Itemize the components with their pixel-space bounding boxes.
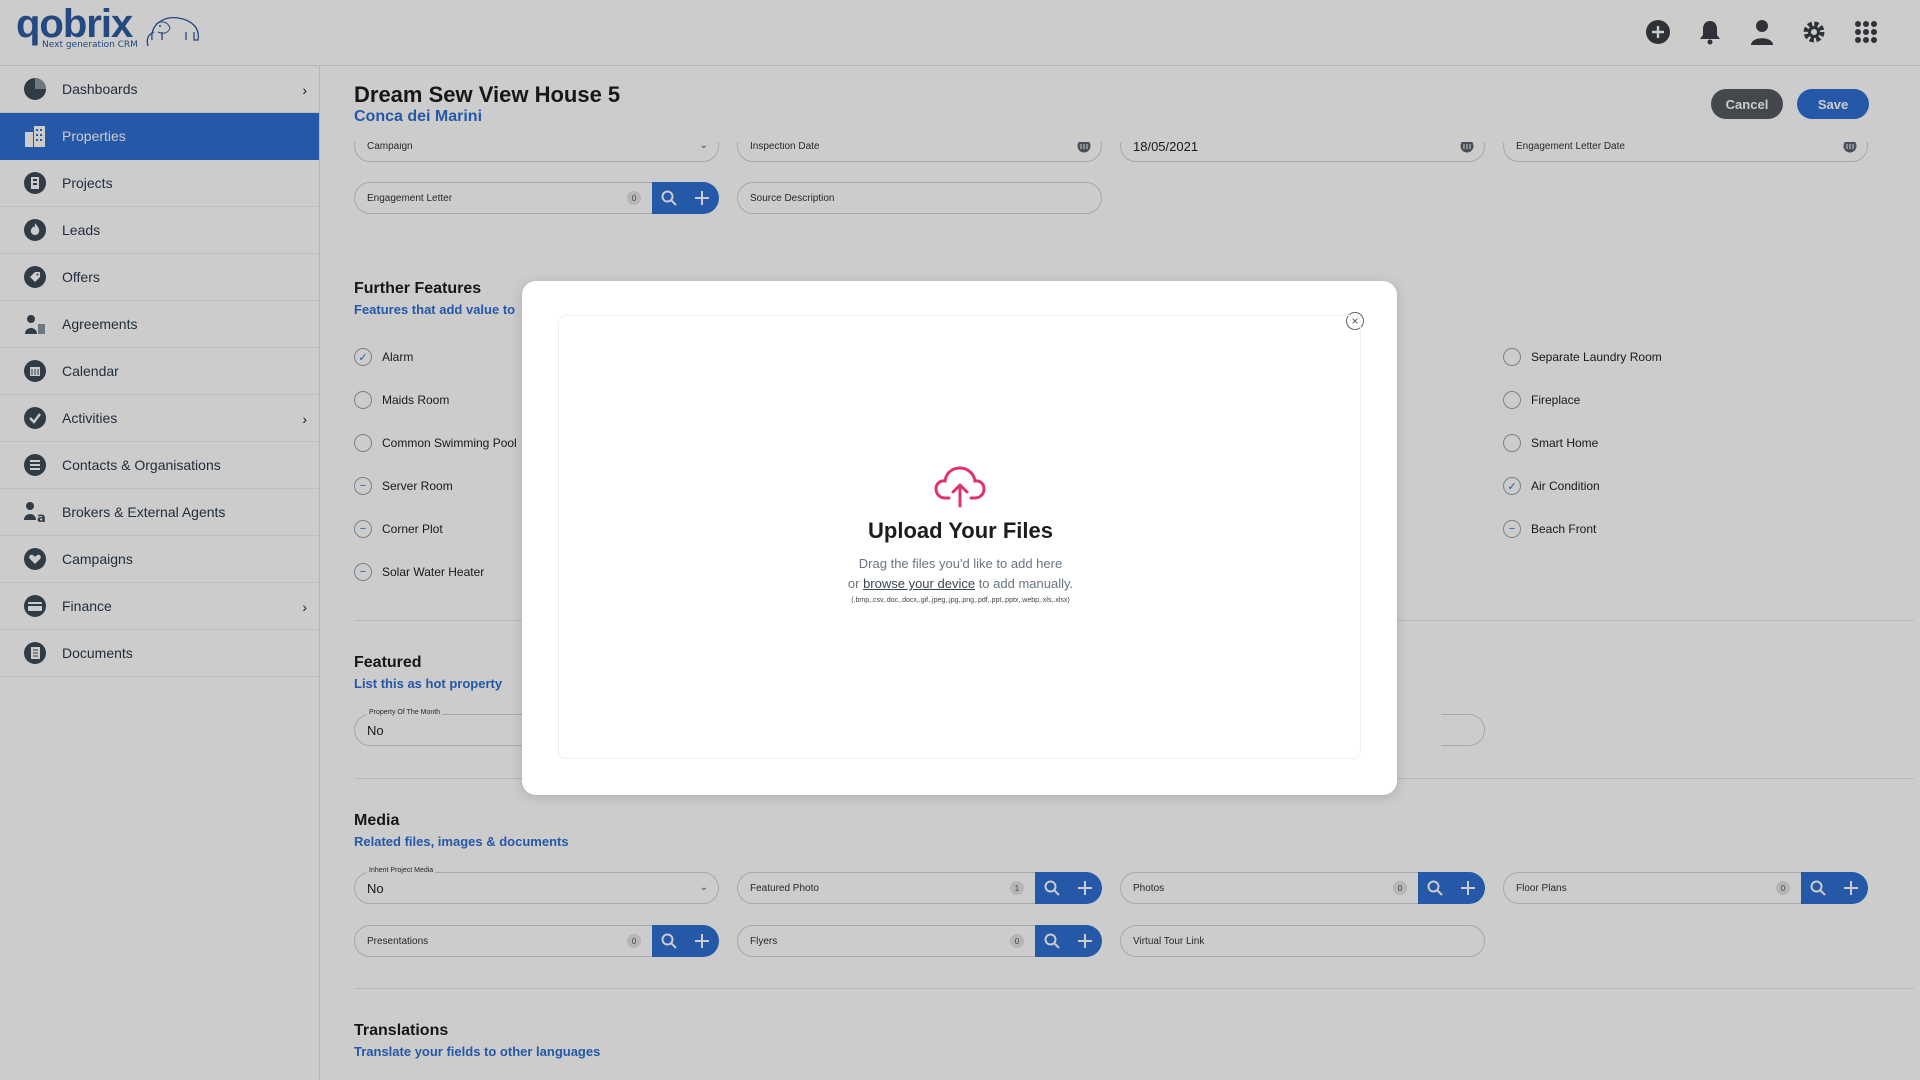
- upload-modal: × Upload Your Files Drag the files you'd…: [522, 281, 1397, 795]
- allowed-file-types: (.bmp,.csv,.doc,.docx,.gif,.jpeg,.jpg,.p…: [851, 597, 1070, 604]
- upload-title: Upload Your Files: [868, 518, 1053, 543]
- upload-browse-line: or browse your device to add manually.: [847, 576, 1074, 591]
- file-dropzone[interactable]: Upload Your Files Drag the files you'd l…: [558, 315, 1361, 759]
- browse-device-link[interactable]: browse your device: [863, 576, 975, 591]
- upload-instructions: Drag the files you'd like to add here: [858, 556, 1063, 571]
- cloud-upload-icon: [934, 466, 986, 508]
